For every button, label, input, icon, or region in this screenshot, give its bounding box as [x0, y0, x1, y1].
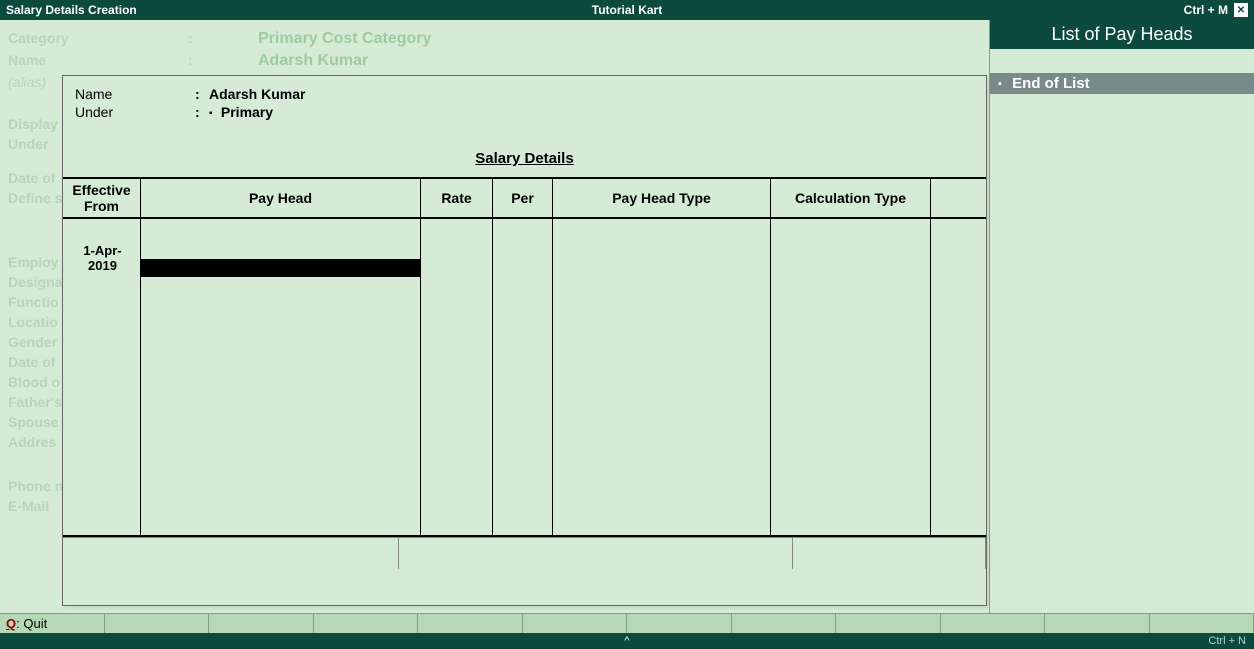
salary-details-modal: Name : Adarsh Kumar Under : ▪ Primary Sa… — [62, 75, 987, 606]
title-shortcut: Ctrl + M — [1184, 3, 1228, 17]
button-slot-9[interactable] — [836, 614, 941, 633]
close-icon[interactable]: ✕ — [1234, 3, 1248, 17]
list-of-pay-heads-panel: List of Pay Heads ▪ End of List — [989, 20, 1254, 613]
col-calculation-type: Calculation Type — [771, 179, 931, 217]
modal-name-value: Adarsh Kumar — [209, 86, 305, 102]
table-header-row: Effective From Pay Head Rate Per Pay Hea… — [63, 179, 986, 219]
button-slot-10[interactable] — [941, 614, 1046, 633]
cell-per[interactable] — [493, 219, 553, 535]
bg-category-value: Primary Cost Category — [258, 30, 431, 48]
button-slot-12[interactable] — [1150, 614, 1254, 633]
salary-table: Effective From Pay Head Rate Per Pay Hea… — [63, 177, 986, 537]
status-bar: ^ Ctrl + N — [0, 633, 1254, 649]
button-slot-8[interactable] — [732, 614, 837, 633]
col-pay-head: Pay Head — [141, 179, 421, 217]
statusbar-shortcut: Ctrl + N — [1208, 635, 1246, 647]
end-of-list-item[interactable]: ▪ End of List — [990, 73, 1254, 94]
cell-spacer — [931, 219, 986, 535]
button-slot-7[interactable] — [627, 614, 732, 633]
col-pay-head-type: Pay Head Type — [553, 179, 771, 217]
bg-name-value: Adarsh Kumar — [258, 52, 368, 70]
button-slot-6[interactable] — [523, 614, 628, 633]
footer-cell-2 — [399, 537, 793, 569]
modal-name-label: Name — [75, 86, 195, 102]
main-area: Category : Primary Cost Category Name : … — [0, 20, 1254, 613]
chevron-up-icon[interactable]: ^ — [624, 635, 629, 647]
col-effective-from: Effective From — [63, 179, 141, 217]
pay-head-input[interactable] — [141, 259, 420, 277]
footer-cell-1 — [63, 537, 399, 569]
modal-title: Salary Details — [63, 150, 986, 167]
button-slot-2[interactable] — [105, 614, 210, 633]
button-bar: Q: Quit — [0, 613, 1254, 633]
cell-effective-from[interactable]: 1-Apr-2019 — [63, 219, 141, 535]
marker-icon: ▪ — [209, 108, 217, 119]
button-slot-4[interactable] — [314, 614, 419, 633]
quit-button[interactable]: Q: Quit — [0, 614, 105, 633]
bg-category-label: Category — [8, 30, 188, 48]
button-slot-3[interactable] — [209, 614, 314, 633]
title-center: Tutorial Kart — [592, 3, 662, 17]
cell-calculation-type[interactable] — [771, 219, 931, 535]
quit-label: : Quit — [16, 616, 47, 631]
modal-under-value: Primary — [221, 104, 273, 120]
modal-footer — [63, 537, 986, 569]
quit-hotkey: Q — [6, 616, 16, 631]
list-marker-icon: ▪ — [998, 78, 1008, 90]
modal-under-label: Under — [75, 104, 195, 120]
cell-rate[interactable] — [421, 219, 493, 535]
pay-heads-title: List of Pay Heads — [990, 20, 1254, 49]
title-left: Salary Details Creation — [6, 3, 137, 17]
cell-pay-head-type[interactable] — [553, 219, 771, 535]
button-slot-11[interactable] — [1045, 614, 1150, 633]
footer-cell-3 — [793, 537, 986, 569]
panel-spacer — [990, 49, 1254, 73]
title-bar: Salary Details Creation Tutorial Kart Ct… — [0, 0, 1254, 20]
bg-name-label: Name — [8, 52, 188, 70]
col-spacer — [931, 179, 986, 217]
col-per: Per — [493, 179, 553, 217]
col-rate: Rate — [421, 179, 493, 217]
table-body: 1-Apr-2019 — [63, 219, 986, 535]
button-slot-5[interactable] — [418, 614, 523, 633]
effective-date-value: 1-Apr-2019 — [67, 221, 136, 273]
modal-header: Name : Adarsh Kumar Under : ▪ Primary — [63, 76, 986, 126]
end-of-list-label: End of List — [1012, 75, 1090, 92]
cell-pay-head[interactable] — [141, 219, 421, 535]
